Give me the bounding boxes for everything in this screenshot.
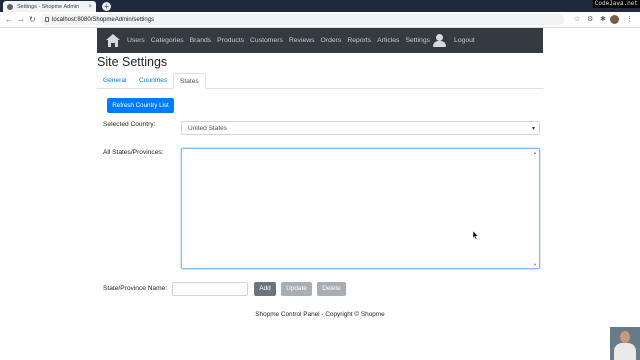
home-icon[interactable] xyxy=(106,34,120,47)
watermark: CodeJava.net xyxy=(592,0,640,8)
name-label: State/Province Name: xyxy=(103,285,168,292)
nav-categories[interactable]: Categories xyxy=(151,37,184,44)
update-button[interactable]: Update xyxy=(281,282,312,296)
tab-countries[interactable]: Countries xyxy=(133,73,173,89)
state-name-input[interactable] xyxy=(172,282,248,296)
states-label: All States/Provinces: xyxy=(103,149,164,156)
country-select-value: United States xyxy=(188,124,228,132)
tab-title: Settings - Shopme Admin xyxy=(17,3,80,10)
states-listbox[interactable]: ▲ ▼ xyxy=(181,148,540,269)
lock-icon xyxy=(45,17,49,22)
favicon-icon xyxy=(7,3,13,10)
country-select[interactable]: United States ▾ xyxy=(181,121,540,135)
settings-gear-icon[interactable]: ⚙ xyxy=(587,15,593,25)
nav-products[interactable]: Products xyxy=(217,37,244,44)
user-icon[interactable] xyxy=(433,34,446,47)
chevron-down-icon: ▾ xyxy=(531,125,535,132)
nav-reports[interactable]: Reports xyxy=(347,37,371,44)
scroll-up-icon[interactable]: ▲ xyxy=(533,150,537,155)
page-title: Site Settings xyxy=(97,55,168,69)
address-bar: ← → ↻ localhost:8080/ShopmeAdmin/setting… xyxy=(0,12,640,28)
forward-icon[interactable]: → xyxy=(17,15,25,25)
star-icon[interactable]: ☆ xyxy=(574,15,580,25)
nav-articles[interactable]: Articles xyxy=(377,37,399,44)
close-icon[interactable]: × xyxy=(88,4,92,10)
reload-icon[interactable]: ↻ xyxy=(29,15,36,25)
scroll-down-icon[interactable]: ▼ xyxy=(533,262,537,267)
url-text: localhost:8080/ShopmeAdmin/settings xyxy=(52,16,155,23)
selected-country-label: Selected Country: xyxy=(103,121,156,128)
browser-tab[interactable]: Settings - Shopme Admin × xyxy=(3,1,96,12)
delete-button[interactable]: Delete xyxy=(317,282,346,296)
webcam-overlay xyxy=(610,327,640,360)
refresh-country-list-button[interactable]: Refresh Country List xyxy=(107,98,174,113)
mouse-cursor-icon xyxy=(473,231,479,240)
nav-settings[interactable]: Settings xyxy=(405,37,430,44)
tab-general[interactable]: General xyxy=(97,73,132,89)
profile-avatar[interactable] xyxy=(610,15,619,24)
extensions-icon[interactable]: ✱ xyxy=(600,15,606,25)
footer-text: Shopme Control Panel - Copyright © Shopm… xyxy=(255,311,385,318)
nav-logout[interactable]: Logout xyxy=(454,37,475,44)
settings-tabs: General Countries States xyxy=(97,73,543,89)
back-icon[interactable]: ← xyxy=(5,15,13,25)
app-navbar: Users Categories Brands Products Custome… xyxy=(97,28,543,53)
new-tab-button[interactable]: + xyxy=(102,2,111,11)
nav-brands[interactable]: Brands xyxy=(190,37,212,44)
nav-orders[interactable]: Orders xyxy=(321,37,342,44)
nav-reviews[interactable]: Reviews xyxy=(289,37,315,44)
tab-states[interactable]: States xyxy=(173,73,206,89)
url-field[interactable]: localhost:8080/ShopmeAdmin/settings xyxy=(40,14,564,25)
add-button[interactable]: Add xyxy=(254,282,276,296)
nav-customers[interactable]: Customers xyxy=(250,37,283,44)
menu-dots-icon[interactable]: ⋮ xyxy=(626,15,633,25)
nav-users[interactable]: Users xyxy=(127,37,145,44)
browser-tab-strip: Settings - Shopme Admin × + CodeJava.net xyxy=(0,0,640,12)
